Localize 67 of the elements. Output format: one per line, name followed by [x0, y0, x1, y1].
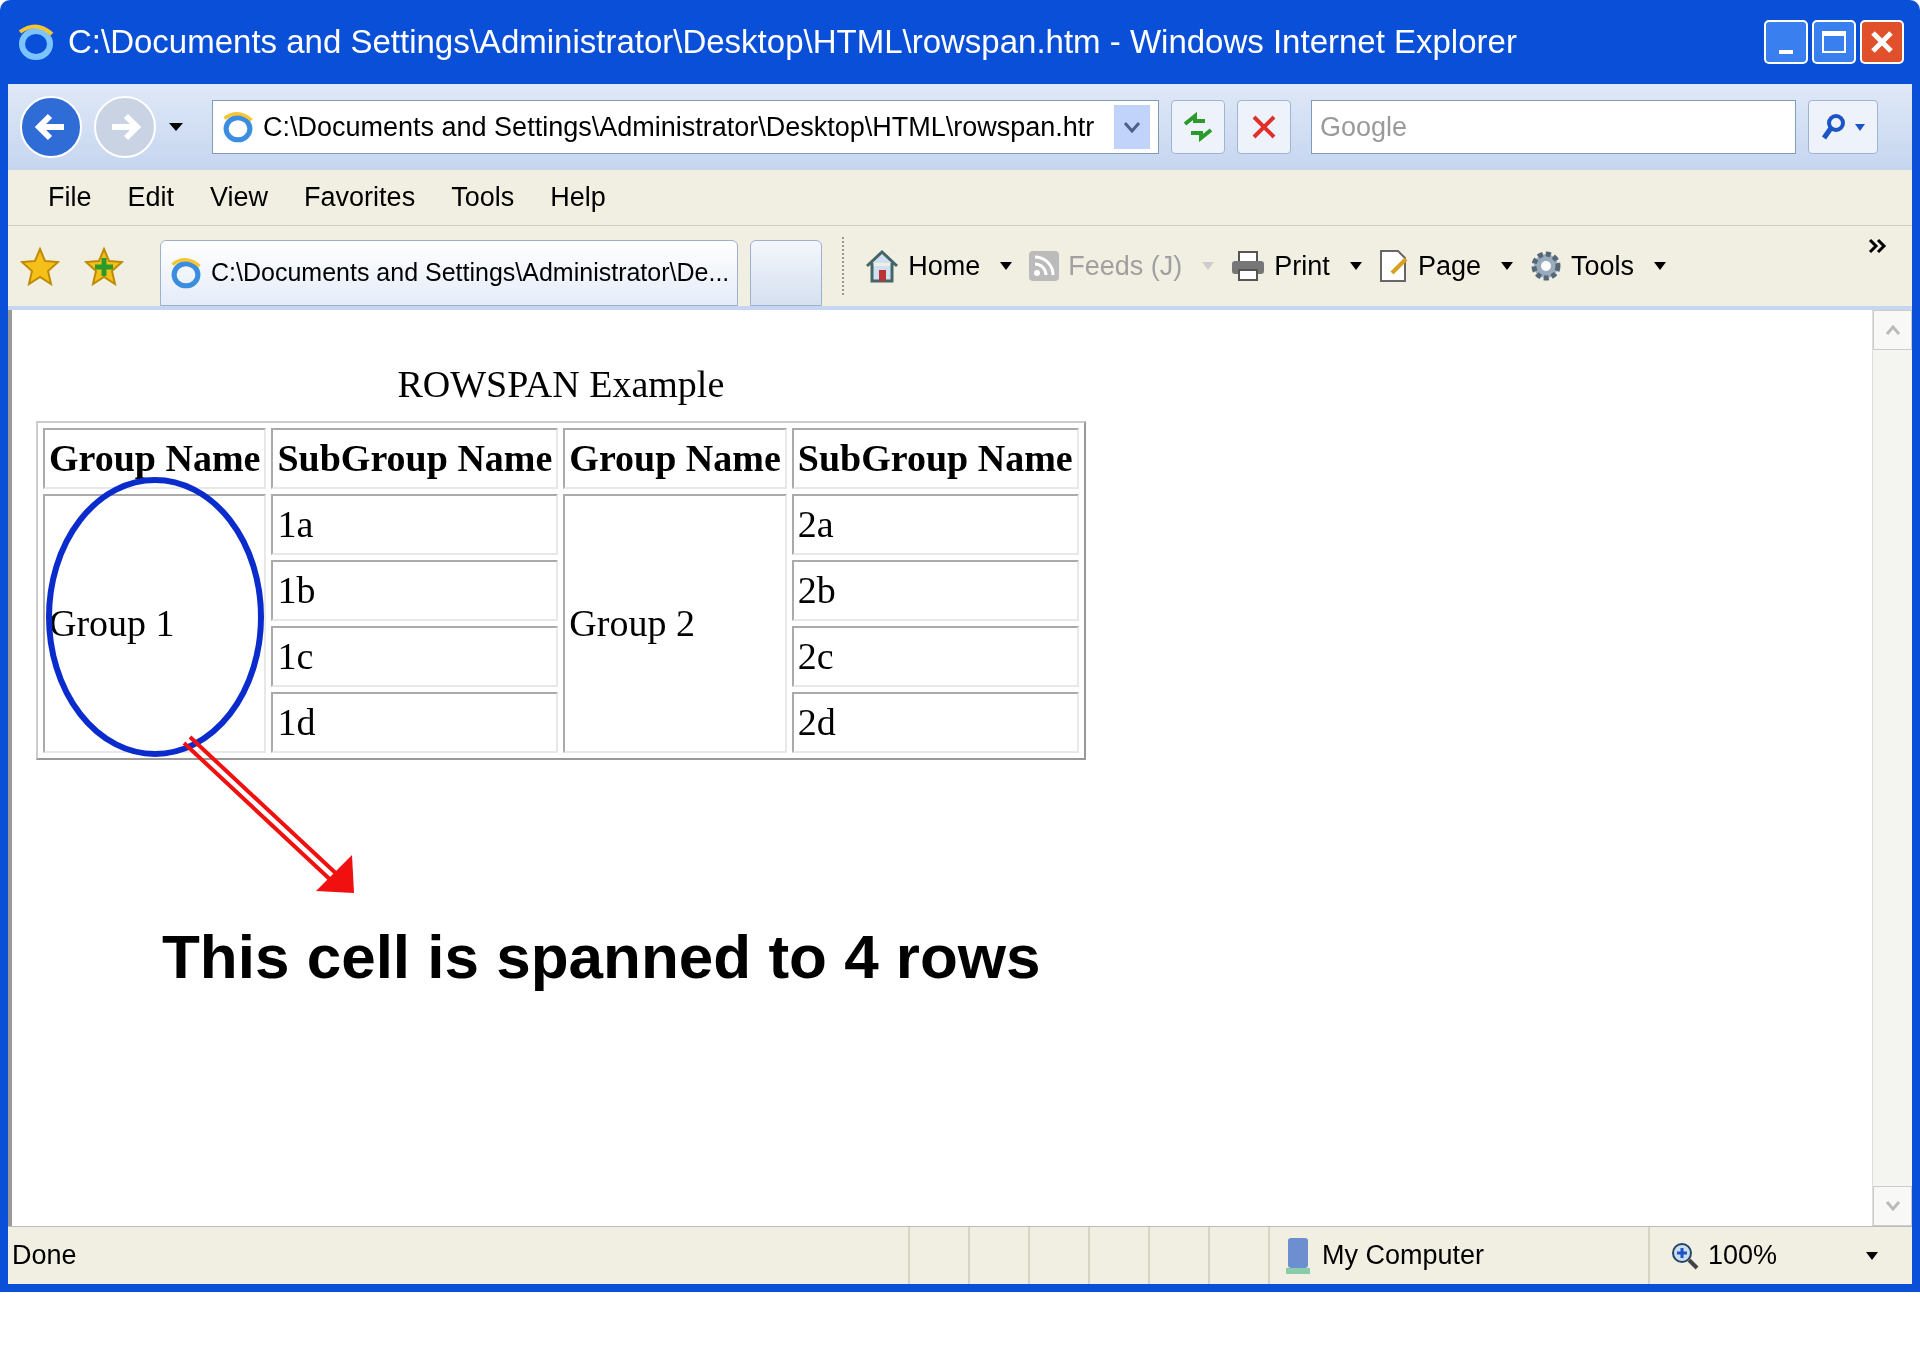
refresh-icon: [1181, 112, 1215, 142]
caret-icon: [1500, 262, 1513, 270]
page-icon: [1377, 249, 1410, 283]
minimize-icon: [1779, 50, 1793, 54]
caret-icon: [1866, 1251, 1878, 1260]
dropdown-button[interactable]: [1114, 105, 1150, 149]
menu-item[interactable]: View: [194, 173, 285, 222]
menu-item[interactable]: File: [32, 173, 108, 222]
chevron-icon[interactable]: [1868, 238, 1888, 254]
maximize-button[interactable]: [1812, 20, 1856, 64]
toolbar-button[interactable]: Page: [1377, 245, 1513, 287]
column-header: SubGroup Name: [791, 428, 1079, 489]
table-caption: ROWSPAN Example: [396, 362, 726, 407]
caret-icon: [1349, 262, 1362, 270]
annotation-text: This cell is spanned to 4 rows: [162, 921, 1041, 993]
close-button[interactable]: [1860, 20, 1904, 64]
table-cell: 1d: [271, 692, 559, 753]
toolbar-button[interactable]: Home: [864, 245, 1013, 287]
close-icon: [1869, 29, 1895, 55]
address-field[interactable]: C:\Documents and Settings\Administrator\Desktop\HTML\rowspan.htr: [212, 100, 1159, 154]
toolbar-button[interactable]: Print: [1230, 245, 1362, 287]
stop-button[interactable]: [1237, 100, 1291, 154]
maximize-icon: [1822, 31, 1846, 53]
menu-item[interactable]: Favorites: [288, 173, 432, 222]
column-header: SubGroup Name: [271, 428, 559, 489]
caret-icon: [1855, 123, 1865, 131]
refresh-button[interactable]: [1171, 100, 1225, 154]
caret-icon: [1000, 262, 1013, 270]
zoom-button[interactable]: 100%: [1648, 1227, 1878, 1284]
menu-item[interactable]: Tools: [435, 173, 531, 222]
new-tab-button[interactable]: [750, 240, 823, 306]
browser-tab[interactable]: C:\Documents and Settings\Administrator\De...: [160, 240, 739, 306]
zoom-icon: [1670, 1240, 1700, 1271]
dropdown-arrow-icon[interactable]: [168, 122, 184, 132]
minimize-button[interactable]: [1764, 20, 1808, 64]
menu-item[interactable]: Edit: [111, 173, 191, 222]
feed-icon: [1028, 250, 1061, 282]
column-header: Group Name: [563, 428, 787, 489]
column-header: Group Name: [43, 428, 267, 489]
caret-icon: [1653, 262, 1666, 270]
table-cell: 2a: [791, 494, 1079, 555]
table-cell: Group 1: [43, 494, 267, 753]
status-text: Done: [11, 1239, 78, 1273]
table-cell: 1c: [271, 626, 559, 687]
toolbar-button[interactable]: Tools: [1528, 245, 1666, 287]
menu-item[interactable]: Help: [534, 173, 622, 222]
table-cell: 1b: [271, 560, 559, 621]
page-icon: [221, 110, 255, 144]
table-cell: 2c: [791, 626, 1079, 687]
table-cell: 2b: [791, 560, 1079, 621]
page-icon: [169, 256, 203, 290]
caret-icon: [1202, 262, 1215, 270]
caret-icon: [1123, 121, 1141, 133]
search-field[interactable]: Google: [1311, 100, 1796, 154]
table-cell: 1a: [271, 494, 559, 555]
search-icon: [1821, 113, 1847, 141]
window-title: C:\Documents and Settings\Administrator\Desktop\HTML\rowspan.htm - Windows Internet Explorer: [68, 22, 1518, 63]
zone-label: My Computer: [1322, 1239, 1485, 1273]
search-button[interactable]: [1808, 100, 1878, 154]
star-icon[interactable]: [20, 246, 60, 286]
stop-icon: [1250, 113, 1278, 141]
printer-icon: [1230, 250, 1267, 282]
table-cell: 2d: [791, 692, 1079, 753]
house-icon: [864, 249, 901, 283]
browser-logo-icon: [16, 22, 56, 62]
table-cell: Group 2: [563, 494, 787, 753]
add-favorite-icon[interactable]: [84, 246, 124, 286]
